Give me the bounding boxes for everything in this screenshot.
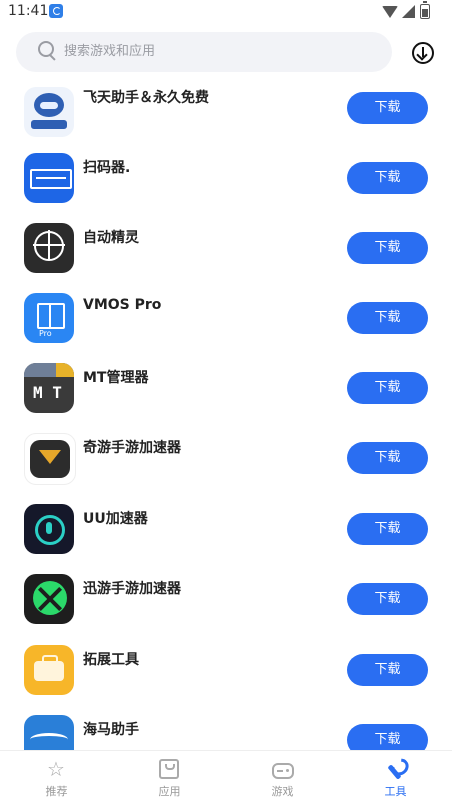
app-name: 拓展工具 — [83, 652, 139, 668]
download-button[interactable]: 下载 — [347, 442, 428, 474]
wrench-icon — [385, 755, 413, 780]
qiyou-app-icon[interactable] — [24, 433, 76, 485]
star-icon: ☆ — [47, 757, 65, 781]
app-name: 自动精灵 — [83, 230, 139, 246]
nav-label: 推荐 — [45, 785, 68, 798]
download-button[interactable]: 下载 — [347, 583, 428, 615]
scanner-app-icon[interactable] — [24, 153, 74, 203]
app-row[interactable]: Pro VMOS Pro 下载 — [0, 288, 452, 358]
nav-tab-tools[interactable]: 工具 — [339, 751, 452, 805]
battery-icon — [420, 1, 430, 19]
app-name: 海马助手 — [83, 722, 139, 738]
nav-label: 工具 — [384, 785, 407, 798]
app-name: VMOS Pro — [83, 297, 162, 313]
app-list[interactable]: 飞天助手＆永久免费 下载 扫码器. 下载 自动精灵 下载 Pro VMOS Pr… — [0, 78, 452, 750]
app-name: 奇游手游加速器 — [83, 440, 181, 456]
download-manager-icon[interactable] — [412, 42, 434, 64]
download-button[interactable]: 下载 — [347, 232, 428, 264]
app-name: 扫码器. — [83, 160, 131, 176]
download-button[interactable]: 下载 — [347, 724, 428, 750]
feitian-app-icon[interactable] — [24, 87, 74, 137]
auto-sprite-app-icon[interactable] — [24, 223, 74, 273]
app-row[interactable]: 拓展工具 下载 — [0, 638, 452, 708]
uu-app-icon[interactable] — [24, 504, 74, 554]
status-indicators — [382, 1, 442, 20]
toolbox-app-icon[interactable] — [24, 645, 74, 695]
search-bar[interactable]: 搜索游戏和应用 — [16, 32, 392, 72]
app-row[interactable]: UU加速器 下载 — [0, 498, 452, 568]
signal-icon — [402, 5, 415, 18]
xunyou-app-icon[interactable] — [24, 574, 74, 624]
app-row[interactable]: 飞天助手＆永久免费 下载 — [0, 78, 452, 148]
notification-icon — [49, 4, 63, 18]
status-bar: 11:41 — [0, 0, 452, 24]
app-name: UU加速器 — [83, 511, 148, 527]
haima-app-icon[interactable] — [24, 715, 74, 750]
app-row[interactable]: M T MT管理器 下载 — [0, 358, 452, 428]
status-time: 11:41 — [8, 3, 49, 19]
app-row[interactable]: 扫码器. 下载 — [0, 148, 452, 218]
wifi-icon — [382, 6, 398, 18]
download-button[interactable]: 下载 — [347, 654, 428, 686]
app-row[interactable]: 迅游手游加速器 下载 — [0, 568, 452, 638]
nav-tab-games[interactable]: 游戏 — [226, 751, 339, 805]
download-button[interactable]: 下载 — [347, 162, 428, 194]
app-name: MT管理器 — [83, 370, 149, 386]
download-button[interactable]: 下载 — [347, 372, 428, 404]
app-row[interactable]: 自动精灵 下载 — [0, 218, 452, 288]
app-name: 迅游手游加速器 — [83, 581, 181, 597]
app-row[interactable]: 海马助手 下载 — [0, 708, 452, 750]
nav-label: 应用 — [158, 785, 181, 798]
nav-tab-recommend[interactable]: ☆ 推荐 — [0, 751, 113, 805]
app-name: 飞天助手＆永久免费 — [83, 90, 209, 106]
search-input[interactable]: 搜索游戏和应用 — [64, 32, 155, 72]
mt-manager-app-icon[interactable]: M T — [24, 363, 74, 413]
nav-label: 游戏 — [271, 785, 294, 798]
gamepad-icon — [272, 763, 294, 779]
bottom-nav: ☆ 推荐 应用 游戏 工具 — [0, 750, 452, 805]
download-button[interactable]: 下载 — [347, 302, 428, 334]
download-button[interactable]: 下载 — [347, 92, 428, 124]
nav-tab-apps[interactable]: 应用 — [113, 751, 226, 805]
download-button[interactable]: 下载 — [347, 513, 428, 545]
vmos-app-icon[interactable]: Pro — [24, 293, 74, 343]
bag-icon — [159, 759, 179, 779]
search-icon — [38, 41, 56, 61]
app-row[interactable]: 奇游手游加速器 下载 — [0, 428, 452, 498]
